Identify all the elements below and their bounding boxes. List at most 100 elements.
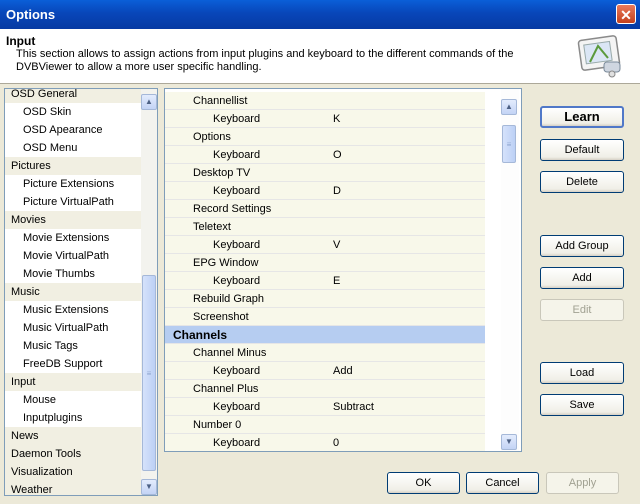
binding-row[interactable]: Keyboard Add [165,362,485,380]
command-label: Channel Plus [193,383,259,395]
command-row[interactable]: Channel Plus [165,380,485,398]
add-button[interactable]: Add [540,267,624,289]
category-item[interactable]: Visualization [5,463,143,481]
binding-key: O [333,149,342,161]
command-label: Record Settings [193,203,272,215]
title-bar: Options ✕ [0,0,640,29]
command-label: Screenshot [193,311,249,323]
command-row[interactable]: Desktop TV [165,164,485,182]
binding-source: Keyboard [213,401,261,413]
scroll-down-arrow-icon[interactable]: ▼ [141,479,157,495]
binding-row[interactable]: Keyboard Subtract [165,398,485,416]
category-item[interactable]: Music [5,283,143,301]
command-row[interactable]: Channel Minus [165,344,485,362]
subcategory-item[interactable]: Music Tags [5,337,143,355]
binding-source: Keyboard [213,113,261,125]
bindings-scrollbar[interactable]: ▲ ≡ ▼ [501,89,519,451]
cancel-button[interactable]: Cancel [466,472,539,494]
subcategory-item[interactable]: Inputplugins [5,409,143,427]
binding-row[interactable]: Keyboard K [165,110,485,128]
command-label: Teletext [193,221,231,233]
learn-button[interactable]: Learn [540,106,624,128]
binding-row[interactable]: Keyboard V [165,236,485,254]
subcategory-item[interactable]: Picture VirtualPath [5,193,143,211]
default-button[interactable]: Default [540,139,624,161]
binding-source: Keyboard [213,275,261,287]
subcategory-item[interactable]: FreeDB Support [5,355,143,373]
subcategory-item[interactable]: OSD Skin [5,103,143,121]
command-row[interactable]: Teletext [165,218,485,236]
remote-control-icon [577,35,621,78]
section-title: Input [6,34,36,48]
binding-row[interactable]: Keyboard 0 [165,434,485,451]
subcategory-item[interactable]: Picture Extensions [5,175,143,193]
scroll-up-arrow-icon[interactable]: ▲ [141,94,157,110]
scroll-up-arrow-icon[interactable]: ▲ [501,99,517,115]
category-scrollbar[interactable]: ▲ ≡ ▼ [141,89,157,495]
delete-button[interactable]: Delete [540,171,624,193]
command-row[interactable]: Rebuild Graph [165,290,485,308]
command-row[interactable]: EPG Window [165,254,485,272]
subcategory-item[interactable]: OSD Menu [5,139,143,157]
section-header: Input This section allows to assign acti… [0,29,640,84]
command-label: Number 0 [193,419,242,431]
section-description: This section allows to assign actions fr… [16,48,514,73]
scroll-down-arrow-icon[interactable]: ▼ [501,434,517,450]
subcategory-item[interactable]: Music Extensions [5,301,143,319]
save-button[interactable]: Save [540,394,624,416]
category-item[interactable]: News [5,427,143,445]
binding-key: Add [333,365,353,377]
category-list: OSD General OSD Skin OSD Apearance OSD Menu… [5,89,143,495]
binding-row[interactable]: Keyboard O [165,146,485,164]
category-item[interactable]: Daemon Tools [5,445,143,463]
category-item[interactable]: Weather [5,481,143,495]
edit-button: Edit [540,299,624,321]
add-group-button[interactable]: Add Group [540,235,624,257]
subcategory-item[interactable]: Movie Extensions [5,229,143,247]
load-button[interactable]: Load [540,362,624,384]
scrollbar-thumb[interactable]: ≡ [502,125,516,163]
category-item[interactable]: OSD General [5,89,143,103]
command-label: Desktop TV [193,167,251,179]
command-row[interactable]: Screenshot [165,308,485,326]
category-tree[interactable]: OSD General OSD Skin OSD Apearance OSD Menu… [4,88,158,496]
command-label: Options [193,131,231,143]
group-label: Channels [173,328,228,342]
command-label: Rebuild Graph [193,293,264,305]
binding-source: Keyboard [213,149,261,161]
binding-key: E [333,275,341,287]
subcategory-item[interactable]: Movie VirtualPath [5,247,143,265]
scrollbar-thumb[interactable]: ≡ [142,275,156,471]
category-item[interactable]: Movies [5,211,143,229]
binding-row[interactable]: Keyboard D [165,182,485,200]
subcategory-item[interactable]: Music VirtualPath [5,319,143,337]
category-item[interactable]: Pictures [5,157,143,175]
command-row[interactable]: Record Settings [165,200,485,218]
command-row[interactable]: Number 0 [165,416,485,434]
bindings-list[interactable]: Channellist Keyboard K Options Keyboard O Desk… [164,88,522,452]
bindings-rows: Channellist Keyboard K Options Keyboard O Desk… [165,92,485,451]
binding-row[interactable]: Keyboard E [165,272,485,290]
binding-source: Keyboard [213,437,261,449]
binding-source: Keyboard [213,239,261,251]
category-item[interactable]: Input [5,373,143,391]
command-label: EPG Window [193,257,259,269]
binding-key: Subtract [333,401,374,413]
binding-key: K [333,113,341,125]
subcategory-item[interactable]: Movie Thumbs [5,265,143,283]
binding-key: V [333,239,341,251]
command-label: Channellist [193,95,248,107]
binding-key: D [333,185,341,197]
subcategory-item[interactable]: Mouse [5,391,143,409]
command-group-row[interactable]: Channels [165,326,485,344]
close-button[interactable]: ✕ [616,4,636,24]
subcategory-item[interactable]: OSD Apearance [5,121,143,139]
binding-source: Keyboard [213,365,261,377]
window-title: Options [6,7,56,22]
apply-button: Apply [546,472,619,494]
ok-button[interactable]: OK [387,472,460,494]
command-label: Channel Minus [193,347,267,359]
command-row[interactable]: Channellist [165,92,485,110]
binding-source: Keyboard [213,185,261,197]
command-row[interactable]: Options [165,128,485,146]
